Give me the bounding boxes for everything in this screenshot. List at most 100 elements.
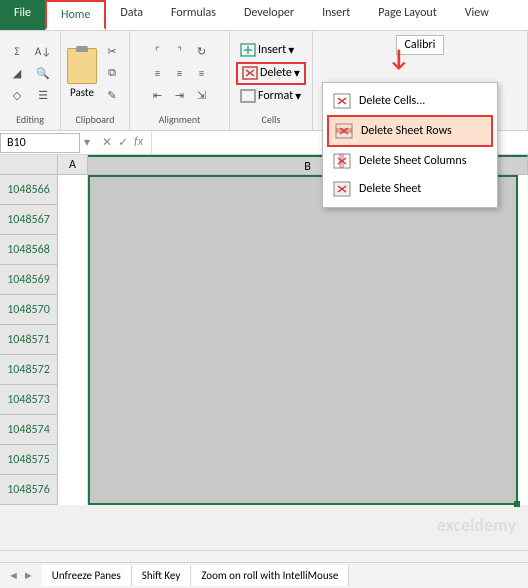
select-all-corner[interactable]	[0, 155, 58, 175]
menu-delete-rows-label: Delete Sheet Rows	[361, 124, 452, 138]
menu-delete-cols-label: Delete Sheet Columns	[359, 154, 466, 168]
row-header[interactable]: 1048570	[0, 295, 58, 325]
copy-icon: ⧉	[108, 66, 116, 80]
delete-sheet-menu-icon	[333, 181, 351, 197]
menu-delete-sheet-rows[interactable]: Delete Sheet Rows	[327, 115, 493, 147]
row-header[interactable]: 1048568	[0, 235, 58, 265]
cut-icon: ✂	[107, 45, 116, 58]
row-header[interactable]: 1048571	[0, 325, 58, 355]
tab-nav-prev-icon[interactable]: ◄	[8, 569, 19, 582]
sheet-tab-bar: ◄ ► Unfreeze Panes Shift Key Zoom on rol…	[0, 562, 528, 588]
format-cells-button[interactable]: Format ▾	[236, 87, 306, 106]
group-clipboard: Paste ✂ ⧉ ✎ Clipboard	[61, 31, 130, 130]
watermark: exceldemy	[437, 514, 516, 536]
name-box[interactable]: B10	[0, 133, 80, 153]
sum-icon: Σ	[14, 45, 19, 58]
align-right[interactable]: ≡	[192, 63, 212, 83]
wrap-text[interactable]: ⇲	[192, 85, 212, 105]
autosum-button[interactable]: Σ	[6, 41, 28, 61]
row-header[interactable]: 1048567	[0, 205, 58, 235]
name-box-dropdown-icon[interactable]: ▾	[80, 135, 94, 150]
orientation-button[interactable]: ↻	[192, 41, 212, 61]
group-editing: Σ ◢ ◇ A↓ 🔍 ☰ Editing	[0, 31, 61, 130]
insert-cells-icon	[240, 43, 256, 57]
menu-delete-sheet-label: Delete Sheet	[359, 182, 421, 196]
menu-delete-cells[interactable]: Delete Cells...	[327, 87, 493, 115]
row-header[interactable]: 1048569	[0, 265, 58, 295]
fx-icon[interactable]: fx	[134, 135, 143, 150]
menu-delete-sheet-columns[interactable]: Delete Sheet Columns	[327, 147, 493, 175]
format-cells-icon	[240, 89, 256, 103]
group-cells: Insert ▾ Delete ▾ Format ▾ Cells	[230, 31, 313, 130]
sheet-tab-shift-key[interactable]: Shift Key	[132, 565, 192, 586]
align-left[interactable]: ≡	[148, 63, 168, 83]
tab-file[interactable]: File	[0, 0, 45, 30]
select-icon: ☰	[38, 89, 48, 102]
dropdown-icon: ▾	[295, 89, 301, 104]
tab-nav-next-icon[interactable]: ►	[23, 569, 34, 582]
paste-label: Paste	[70, 86, 94, 99]
find-button[interactable]: 🔍	[32, 63, 54, 83]
decrease-indent[interactable]: ⇤	[148, 85, 168, 105]
ribbon-tabs: File Home Data Formulas Developer Insert…	[0, 0, 528, 31]
format-label: Format	[258, 89, 293, 103]
menu-delete-sheet[interactable]: Delete Sheet	[327, 175, 493, 203]
enter-formula-icon[interactable]: ✓	[118, 135, 128, 150]
group-label-alignment: Alignment	[136, 111, 223, 128]
find-icon: 🔍	[36, 67, 50, 80]
group-label-clipboard: Clipboard	[67, 111, 123, 128]
selected-range[interactable]	[88, 175, 518, 505]
row-header[interactable]: 1048572	[0, 355, 58, 385]
tab-page-layout[interactable]: Page Layout	[364, 0, 450, 30]
format-painter-icon: ✎	[107, 89, 116, 102]
sort-button[interactable]: A↓	[32, 41, 54, 61]
tab-home[interactable]: Home	[45, 0, 106, 30]
delete-rows-menu-icon	[335, 123, 353, 139]
group-label-editing: Editing	[6, 111, 54, 128]
increase-indent[interactable]: ⇥	[170, 85, 190, 105]
tab-view[interactable]: View	[451, 0, 503, 30]
fill-button[interactable]: ◢	[6, 63, 28, 83]
row-header[interactable]: 1048574	[0, 415, 58, 445]
dropdown-icon: ▾	[294, 66, 300, 81]
row-header[interactable]: 1048573	[0, 385, 58, 415]
fill-icon: ◢	[13, 67, 21, 80]
copy-button[interactable]: ⧉	[101, 63, 123, 83]
column-header-a[interactable]: A	[58, 155, 88, 175]
delete-cells-button[interactable]: Delete ▾	[236, 62, 306, 85]
tab-insert[interactable]: Insert	[308, 0, 364, 30]
align-center[interactable]: ≡	[170, 63, 190, 83]
clipboard-icon	[67, 48, 97, 84]
annotation-arrow-icon: ↓	[388, 44, 410, 73]
delete-cells-icon	[242, 66, 258, 80]
sheet-tab-unfreeze[interactable]: Unfreeze Panes	[42, 565, 132, 586]
row-headers: 1048566 1048567 1048568 1048569 1048570 …	[0, 175, 58, 505]
cut-button[interactable]: ✂	[101, 41, 123, 61]
cancel-formula-icon[interactable]: ✕	[102, 135, 112, 150]
paste-button[interactable]: Paste	[67, 48, 97, 99]
sort-icon: A↓	[35, 45, 51, 58]
tab-data[interactable]: Data	[106, 0, 157, 30]
insert-label: Insert	[258, 43, 286, 57]
menu-delete-cells-label: Delete Cells...	[359, 94, 425, 108]
sheet-tab-zoom[interactable]: Zoom on roll with IntelliMouse	[191, 565, 349, 586]
clear-button[interactable]: ◇	[6, 85, 28, 105]
clear-icon: ◇	[13, 89, 21, 102]
delete-label: Delete	[260, 66, 292, 80]
row-header[interactable]: 1048566	[0, 175, 58, 205]
delete-cols-menu-icon	[333, 153, 351, 169]
group-label-cells: Cells	[236, 111, 306, 128]
tab-developer[interactable]: Developer	[230, 0, 308, 30]
dropdown-icon: ▾	[288, 43, 294, 58]
select-button[interactable]: ☰	[32, 85, 54, 105]
format-painter-button[interactable]: ✎	[101, 85, 123, 105]
row-header[interactable]: 1048576	[0, 475, 58, 505]
delete-dropdown-menu: Delete Cells... Delete Sheet Rows Delete…	[322, 82, 498, 208]
row-header[interactable]: 1048575	[0, 445, 58, 475]
horizontal-scrollbar[interactable]	[0, 550, 528, 562]
insert-cells-button[interactable]: Insert ▾	[236, 41, 306, 60]
align-top-center[interactable]: ⌝	[170, 41, 190, 61]
align-top-left[interactable]: ⌜	[148, 41, 168, 61]
tab-formulas[interactable]: Formulas	[157, 0, 230, 30]
column-a-cells[interactable]	[58, 175, 88, 505]
